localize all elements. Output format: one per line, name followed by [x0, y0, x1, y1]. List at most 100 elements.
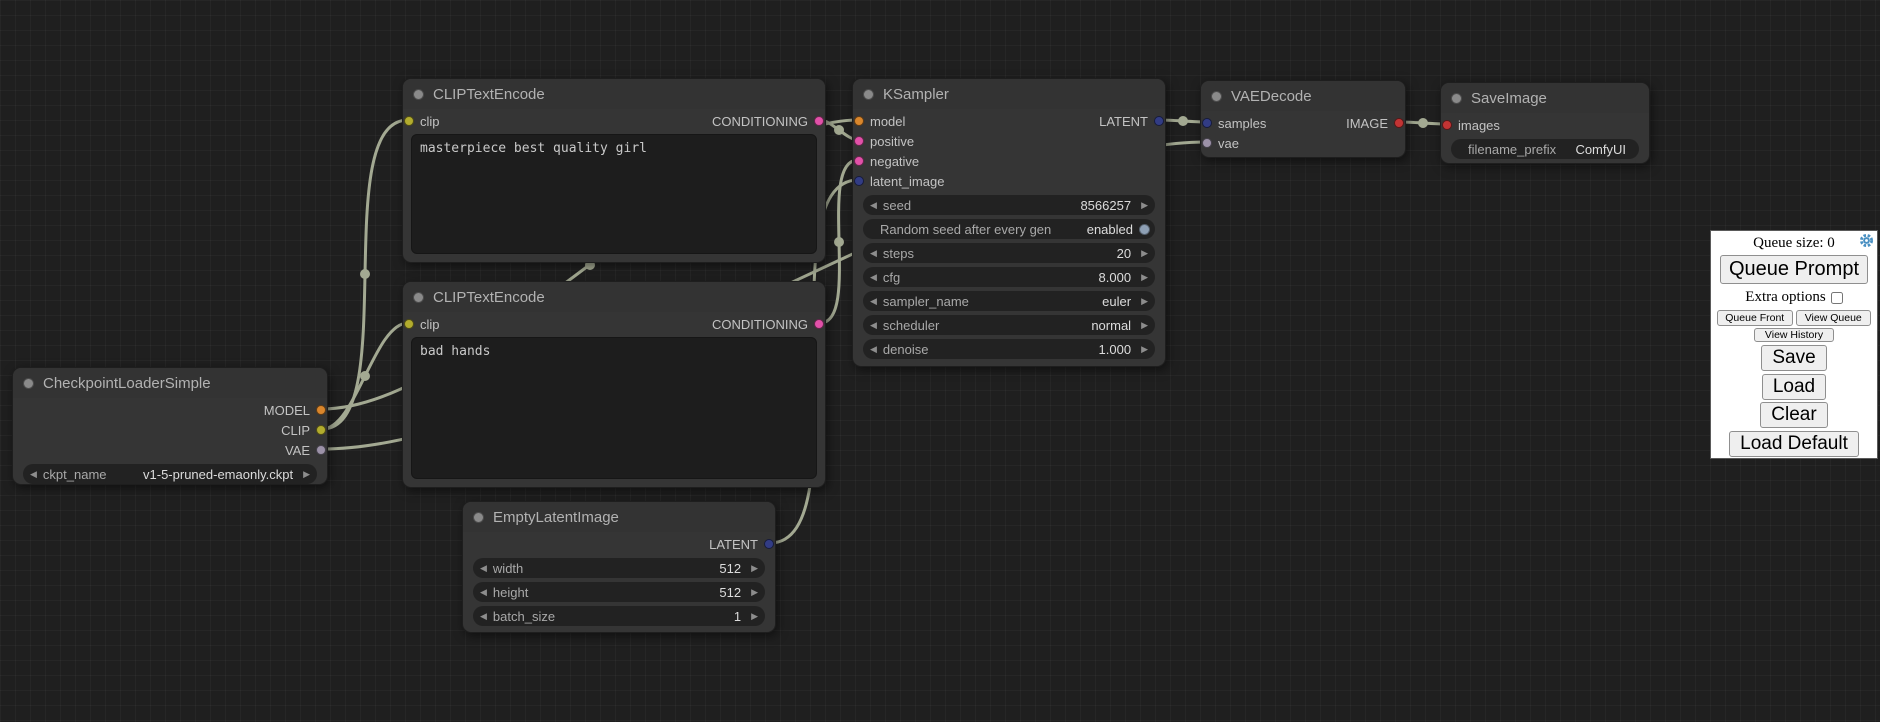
input-dot-samples[interactable]: [1202, 118, 1212, 128]
link-clip-to-negative-encoder: [322, 323, 408, 429]
decrement-arrow-icon[interactable]: ◀: [870, 315, 877, 335]
clear-button[interactable]: Clear: [1760, 402, 1827, 428]
widget-ckpt-name[interactable]: ◀ ckpt_name v1-5-pruned-emaonly.ckpt ▶: [23, 464, 317, 484]
save-button[interactable]: Save: [1761, 345, 1826, 371]
node-checkpointloadersimple[interactable]: CheckpointLoaderSimple MODEL CLIP VAE ◀ …: [12, 367, 328, 485]
widget-scheduler[interactable]: ◀ scheduler normal ▶: [863, 315, 1155, 335]
graph-canvas[interactable]: CheckpointLoaderSimple MODEL CLIP VAE ◀ …: [0, 0, 1880, 722]
queue-buttons-row: Queue Front View Queue: [1717, 310, 1871, 326]
decrement-arrow-icon[interactable]: ◀: [870, 339, 877, 359]
output-label: VAE: [285, 443, 310, 458]
increment-arrow-icon[interactable]: ▶: [1141, 243, 1148, 263]
node-title-bar[interactable]: KSampler: [853, 79, 1165, 109]
widget-cfg[interactable]: ◀ cfg 8.000 ▶: [863, 267, 1155, 287]
node-title: EmptyLatentImage: [493, 509, 619, 526]
collapse-dot-icon[interactable]: [473, 512, 484, 523]
increment-arrow-icon[interactable]: ▶: [751, 606, 758, 626]
view-queue-button[interactable]: View Queue: [1796, 310, 1872, 326]
load-button[interactable]: Load: [1762, 374, 1826, 400]
input-dot-model[interactable]: [854, 116, 864, 126]
link-midpoint-dot: [360, 371, 370, 381]
output-dot-model[interactable]: [316, 405, 326, 415]
output-dot-latent[interactable]: [764, 539, 774, 549]
node-cliptextencode-positive[interactable]: CLIPTextEncode clip CONDITIONING masterp…: [402, 78, 826, 263]
gear-icon[interactable]: [1859, 233, 1874, 248]
input-dot-vae[interactable]: [1202, 138, 1212, 148]
increment-arrow-icon[interactable]: ▶: [303, 464, 310, 484]
collapse-dot-icon[interactable]: [1211, 91, 1222, 102]
node-title-bar[interactable]: CheckpointLoaderSimple: [13, 368, 327, 398]
increment-arrow-icon[interactable]: ▶: [751, 558, 758, 578]
widget-steps[interactable]: ◀ steps 20 ▶: [863, 243, 1155, 263]
widget-label: seed: [883, 198, 911, 213]
decrement-arrow-icon[interactable]: ◀: [480, 582, 487, 602]
link-midpoint-dot: [834, 125, 844, 135]
widget-random-seed-toggle[interactable]: Random seed after every gen enabled: [863, 219, 1155, 239]
increment-arrow-icon[interactable]: ▶: [1141, 267, 1148, 287]
increment-arrow-icon[interactable]: ▶: [1141, 339, 1148, 359]
slot-row: samples IMAGE: [1201, 113, 1405, 133]
output-dot-clip[interactable]: [316, 425, 326, 435]
increment-arrow-icon[interactable]: ▶: [1141, 195, 1148, 215]
collapse-dot-icon[interactable]: [863, 89, 874, 100]
input-dot-positive[interactable]: [854, 136, 864, 146]
slot-row: images: [1441, 115, 1649, 135]
widget-batch-size[interactable]: ◀ batch_size 1 ▶: [473, 606, 765, 626]
collapse-dot-icon[interactable]: [413, 89, 424, 100]
widget-height[interactable]: ◀ height 512 ▶: [473, 582, 765, 602]
collapse-dot-icon[interactable]: [23, 378, 34, 389]
extra-options-checkbox[interactable]: [1831, 292, 1843, 304]
link-midpoint-dot: [1178, 116, 1188, 126]
widget-seed[interactable]: ◀ seed 8566257 ▶: [863, 195, 1155, 215]
collapse-dot-icon[interactable]: [1451, 93, 1462, 104]
input-dot-images[interactable]: [1442, 120, 1452, 130]
input-dot-negative[interactable]: [854, 156, 864, 166]
input-dot-clip[interactable]: [404, 319, 414, 329]
decrement-arrow-icon[interactable]: ◀: [480, 558, 487, 578]
slot-row: clip CONDITIONING: [403, 314, 825, 334]
widget-filename-prefix[interactable]: filename_prefix ComfyUI: [1451, 139, 1639, 159]
node-saveimage[interactable]: SaveImage images filename_prefix ComfyUI: [1440, 82, 1650, 164]
collapse-dot-icon[interactable]: [413, 292, 424, 303]
output-dot-conditioning[interactable]: [814, 116, 824, 126]
increment-arrow-icon[interactable]: ▶: [751, 582, 758, 602]
decrement-arrow-icon[interactable]: ◀: [870, 267, 877, 287]
node-title-bar[interactable]: SaveImage: [1441, 83, 1649, 113]
decrement-arrow-icon[interactable]: ◀: [870, 195, 877, 215]
node-emptylatentimage[interactable]: EmptyLatentImage LATENT ◀ width 512 ▶ ◀ …: [462, 501, 776, 633]
output-dot-vae[interactable]: [316, 445, 326, 455]
decrement-arrow-icon[interactable]: ◀: [870, 291, 877, 311]
output-dot-image[interactable]: [1394, 118, 1404, 128]
node-ksampler[interactable]: KSampler model LATENT positive negative …: [852, 78, 1166, 367]
input-dot-latent-image[interactable]: [854, 176, 864, 186]
prompt-textarea[interactable]: bad hands: [411, 337, 817, 479]
output-dot-conditioning[interactable]: [814, 319, 824, 329]
prompt-textarea[interactable]: masterpiece best quality girl: [411, 134, 817, 254]
decrement-arrow-icon[interactable]: ◀: [870, 243, 877, 263]
node-title-bar[interactable]: VAEDecode: [1201, 81, 1405, 111]
view-history-button[interactable]: View History: [1754, 328, 1834, 342]
decrement-arrow-icon[interactable]: ◀: [480, 606, 487, 626]
input-dot-clip[interactable]: [404, 116, 414, 126]
decrement-arrow-icon[interactable]: ◀: [30, 464, 37, 484]
node-cliptextencode-negative[interactable]: CLIPTextEncode clip CONDITIONING bad han…: [402, 281, 826, 488]
queue-front-button[interactable]: Queue Front: [1717, 310, 1793, 326]
widget-label: ckpt_name: [43, 467, 107, 482]
toggle-indicator-icon[interactable]: [1139, 224, 1150, 235]
output-dot-latent[interactable]: [1154, 116, 1164, 126]
node-title-bar[interactable]: EmptyLatentImage: [463, 502, 775, 532]
node-title: CLIPTextEncode: [433, 289, 545, 306]
increment-arrow-icon[interactable]: ▶: [1141, 315, 1148, 335]
load-default-button[interactable]: Load Default: [1729, 431, 1859, 457]
widget-width[interactable]: ◀ width 512 ▶: [473, 558, 765, 578]
queue-prompt-button[interactable]: Queue Prompt: [1720, 255, 1868, 284]
increment-arrow-icon[interactable]: ▶: [1141, 291, 1148, 311]
slot-row: latent_image: [853, 171, 1165, 191]
node-title-bar[interactable]: CLIPTextEncode: [403, 79, 825, 109]
widget-value: enabled: [1087, 222, 1133, 237]
node-title-bar[interactable]: CLIPTextEncode: [403, 282, 825, 312]
widget-sampler-name[interactable]: ◀ sampler_name euler ▶: [863, 291, 1155, 311]
node-vaedecode[interactable]: VAEDecode samples IMAGE vae: [1200, 80, 1406, 158]
widget-denoise[interactable]: ◀ denoise 1.000 ▶: [863, 339, 1155, 359]
widget-label: cfg: [883, 270, 900, 285]
